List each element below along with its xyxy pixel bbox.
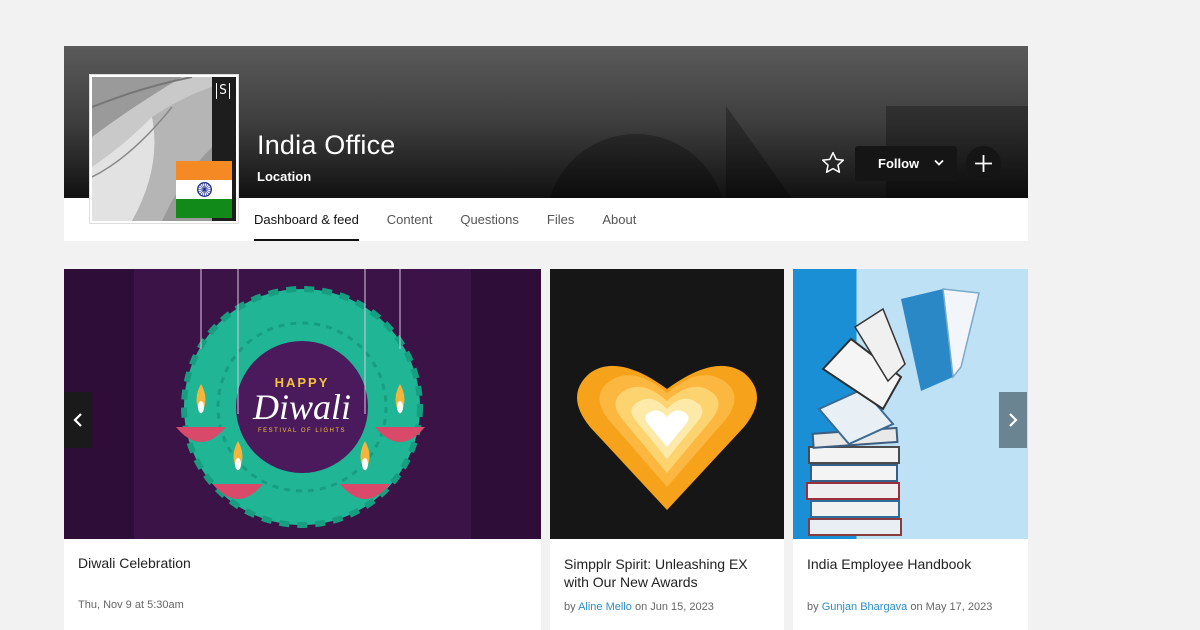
card-title-line: Simpplr Spirit: Unleashing EX: [564, 556, 748, 572]
byline-prefix: by: [807, 601, 819, 613]
layered-heart-illustration: [577, 365, 757, 510]
byline-prefix: by: [564, 601, 576, 613]
follow-button-label: Follow: [878, 156, 920, 171]
site-title: India Office: [257, 130, 396, 160]
banner-triangle-shape: [726, 106, 826, 198]
site-tabs: Dashboard & feed Content Questions Files…: [254, 198, 664, 241]
banner-circle-shape: [546, 134, 726, 198]
card-title-line: with Our New Awards: [564, 574, 698, 590]
india-flag-icon: [176, 161, 232, 218]
books-illustration: [806, 288, 980, 536]
card-byline: by Gunjan Bhargava on May 17, 2023: [807, 601, 992, 613]
site-type-label: Location: [257, 169, 312, 184]
card-date: Thu, Nov 9 at 5:30am: [78, 599, 184, 611]
card-title[interactable]: Diwali Celebration: [78, 554, 191, 572]
tab-content[interactable]: Content: [387, 198, 433, 241]
follow-button[interactable]: Follow: [855, 146, 957, 181]
chevron-left-icon: [73, 413, 82, 427]
tab-dashboard-feed[interactable]: Dashboard & feed: [254, 198, 359, 241]
ashoka-chakra-icon: [197, 182, 212, 197]
books-card-image: [793, 269, 1028, 539]
author-link[interactable]: Aline Mello: [578, 601, 632, 613]
card-date: on May 17, 2023: [910, 601, 993, 613]
carousel-prev-button[interactable]: [64, 392, 92, 448]
content-card-simpplr-spirit[interactable]: Simpplr Spirit: Unleashing EX with Our N…: [550, 269, 784, 630]
diwali-text: Diwali: [252, 387, 351, 427]
add-content-button[interactable]: [966, 146, 1001, 181]
diwali-illustration: HAPPY Diwali FESTIVAL OF LIGHTS: [64, 269, 541, 539]
festival-text: FESTIVAL OF LIGHTS: [258, 428, 346, 434]
brand-mark: S: [216, 83, 230, 99]
carousel-next-button[interactable]: [999, 392, 1027, 448]
content-card-diwali[interactable]: HAPPY Diwali FESTIVAL OF LIGHTS Diwali C…: [64, 269, 541, 630]
tab-questions[interactable]: Questions: [460, 198, 519, 241]
chevron-right-icon: [1009, 413, 1018, 427]
author-link[interactable]: Gunjan Bhargava: [822, 601, 908, 613]
favorite-star-button[interactable]: [820, 150, 846, 176]
flying-books: [817, 288, 980, 446]
card-date: on Jun 15, 2023: [634, 601, 714, 613]
card-title[interactable]: Simpplr Spirit: Unleashing EX with Our N…: [564, 555, 748, 591]
diwali-card-image: HAPPY Diwali FESTIVAL OF LIGHTS: [64, 269, 541, 539]
book-stack: [806, 426, 902, 536]
site-avatar: S: [89, 74, 239, 224]
tab-files[interactable]: Files: [547, 198, 574, 241]
chevron-down-icon: [934, 159, 944, 166]
site-header: India Office Location Follow S Dashboard…: [64, 46, 1028, 241]
card-byline: by Aline Mello on Jun 15, 2023: [564, 601, 714, 613]
plus-icon: [975, 155, 992, 172]
star-outline-icon: [821, 151, 845, 173]
tab-about[interactable]: About: [602, 198, 636, 241]
heart-card-image: [550, 269, 784, 539]
card-title[interactable]: India Employee Handbook: [807, 555, 971, 573]
content-card-employee-handbook[interactable]: India Employee Handbook by Gunjan Bharga…: [793, 269, 1028, 630]
